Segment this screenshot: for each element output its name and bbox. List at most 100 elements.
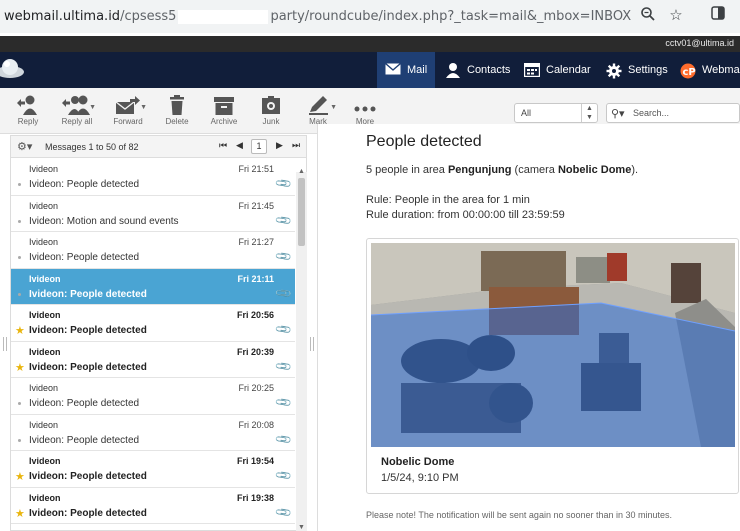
message-date: Fri 21:45 (238, 200, 274, 211)
message-count: Messages 1 to 50 of 82 (45, 142, 139, 152)
search-input[interactable]: ⚲▾ Search... (606, 103, 740, 123)
account-bar: cctv01@ultima.id (0, 36, 740, 52)
url-text[interactable]: webmail.ultima.id/cpsess5 party/roundcube… (4, 9, 631, 24)
message-date: Fri 19:38 (236, 492, 274, 503)
scrollbar-thumb[interactable] (298, 178, 305, 246)
archive-button[interactable]: Archive (199, 94, 249, 126)
archive-label: Archive (210, 117, 238, 126)
spinner-arrows-icon[interactable]: ▲ ▼ (581, 104, 597, 122)
roundcube-logo-icon[interactable] (0, 55, 26, 85)
summary-suffix: ). (631, 164, 639, 176)
message-row[interactable]: Ivideon Fri 21:11 Ivideon: People detected… (11, 268, 295, 305)
nav-settings[interactable]: Settings (598, 52, 676, 88)
message-title: People detected (366, 133, 482, 150)
search-icon[interactable]: ⚲▾ (611, 107, 625, 120)
flag-star-icon[interactable]: ★ (15, 361, 25, 374)
first-page-icon[interactable]: ⏮ (219, 140, 227, 151)
message-subject: Ivideon: People detected (29, 325, 147, 336)
flag-star-icon[interactable]: ★ (15, 507, 25, 520)
account-email[interactable]: cctv01@ultima.id (665, 38, 734, 48)
message-sender: Ivideon (29, 456, 61, 466)
attachment-paperclip-icon: 📎 (275, 320, 294, 339)
message-list-panel: ⚙▾ Messages 1 to 50 of 82 ⏮ ◀ 1 ▶ ⏭ Ivid… (10, 135, 307, 531)
right-splitter-grip[interactable] (310, 337, 314, 351)
flag-star-icon[interactable]: ★ (15, 324, 25, 337)
message-row[interactable]: Ivideon Fri 21:45 Ivideon: Motion and soun… (11, 195, 295, 232)
message-row[interactable]: ★ Ivideon Fri 19:38 Ivideon: People detecte… (11, 487, 295, 524)
junk-button[interactable]: Junk (246, 94, 296, 126)
mark-dropdown-icon[interactable]: ▼ (330, 104, 337, 111)
camera-name: Nobelic Dome (557, 164, 632, 176)
list-options-gear-icon[interactable]: ⚙▾ (17, 140, 32, 153)
sidebar-icon[interactable] (708, 6, 728, 26)
forward-dropdown-icon[interactable]: ▼ (140, 104, 147, 111)
flag-star-icon[interactable]: ★ (15, 470, 25, 483)
camera-snapshot-image[interactable] (371, 243, 735, 447)
attachment-paperclip-icon: 📎 (275, 284, 294, 303)
read-status-dot-icon[interactable] (18, 438, 21, 442)
reply-all-dropdown-icon[interactable]: ▼ (89, 104, 96, 111)
nav-mail-label: Mail (407, 64, 428, 76)
message-filter-select[interactable]: All ▲ ▼ (514, 103, 598, 123)
message-row[interactable]: Ivideon Fri 20:08 Ivideon: People detected… (11, 414, 295, 451)
message-subject: Ivideon: People detected (29, 252, 140, 263)
scroll-down-icon[interactable]: ▼ (298, 524, 305, 531)
message-sender: Ivideon (29, 200, 59, 211)
read-status-dot-icon[interactable] (18, 256, 21, 259)
star-outline-icon[interactable]: ☆ (666, 6, 686, 26)
forward-button[interactable]: Forward ▼ (103, 94, 153, 126)
delete-button[interactable]: Delete (152, 94, 202, 126)
search-placeholder: Search... (633, 108, 670, 118)
reply-icon (3, 94, 53, 116)
scroll-up-icon[interactable]: ▲ (298, 168, 305, 175)
nav-calendar-label: Calendar (546, 64, 591, 76)
filter-value: All (521, 108, 532, 118)
message-rows: Ivideon Fri 21:51 Ivideon: People detected… (11, 159, 295, 531)
rule-text: Rule: People in the area for 1 min (366, 194, 530, 206)
read-status-dot-icon[interactable] (18, 292, 21, 296)
message-date: Fri 20:08 (238, 419, 274, 430)
page-number-input[interactable]: 1 (251, 139, 267, 154)
read-status-dot-icon[interactable] (18, 183, 21, 186)
url-host: webmail.ultima.id (4, 9, 121, 24)
message-list-header: ⚙▾ Messages 1 to 50 of 82 ⏮ ◀ 1 ▶ ⏭ (11, 136, 306, 158)
magnifier-icon[interactable] (638, 6, 658, 26)
last-page-icon[interactable]: ⏭ (292, 140, 300, 151)
nav-contacts[interactable]: Contacts (437, 52, 518, 88)
previous-page-icon[interactable]: ◀ (236, 140, 243, 151)
reply-button[interactable]: Reply (3, 94, 53, 126)
message-row[interactable]: ★ Ivideon Fri 19:54 Ivideon: People detecte… (11, 451, 295, 488)
message-sender: Ivideon (29, 383, 59, 393)
message-row[interactable]: Ivideon Fri 21:51 Ivideon: People detected… (11, 159, 295, 196)
browser-address-bar[interactable]: webmail.ultima.id/cpsess5 party/roundcube… (0, 0, 740, 33)
nav-webmail-label: Webma (702, 64, 740, 76)
junk-icon (246, 94, 296, 116)
url-redaction (178, 9, 269, 24)
nav-mail[interactable]: Mail (377, 52, 436, 88)
message-row[interactable]: Ivideon Fri 20:25 Ivideon: People detected… (11, 378, 295, 415)
read-status-dot-icon[interactable] (18, 219, 21, 223)
archive-icon (199, 94, 249, 116)
message-row[interactable]: Ivideon Fri 21:27 Ivideon: People detected… (11, 232, 295, 269)
next-page-icon[interactable]: ▶ (276, 140, 283, 151)
junk-label: Junk (262, 117, 280, 126)
message-date: Fri 20:25 (238, 383, 274, 393)
message-sender: Ivideon (29, 310, 61, 320)
message-sender: Ivideon (29, 492, 61, 503)
reply-all-button[interactable]: Reply all ▼ (52, 94, 102, 126)
nav-calendar[interactable]: Calendar (516, 52, 599, 88)
snapshot-camera-name: Nobelic Dome (381, 456, 455, 468)
more-button[interactable]: More (340, 94, 390, 126)
message-list-scrollbar[interactable]: ▲ ▼ (296, 168, 307, 531)
message-row[interactable]: ★ Ivideon Fri 20:39 Ivideon: People detecte… (11, 341, 295, 378)
nav-cpanel-webmail[interactable]: cP Webma (672, 52, 740, 88)
left-splitter-grip[interactable] (3, 337, 7, 351)
summary-prefix: 5 people in area (366, 164, 448, 176)
mark-button[interactable]: Mark ▼ (293, 94, 343, 126)
snapshot-timestamp: 1/5/24, 9:10 PM (381, 472, 459, 484)
camera-snapshot-card[interactable]: Nobelic Dome 1/5/24, 9:10 PM (366, 238, 739, 494)
gear-icon (606, 63, 622, 79)
envelope-icon (385, 62, 401, 77)
message-row[interactable]: ★ Ivideon Fri 20:56 Ivideon: People detecte… (11, 305, 295, 342)
read-status-dot-icon[interactable] (18, 402, 21, 405)
